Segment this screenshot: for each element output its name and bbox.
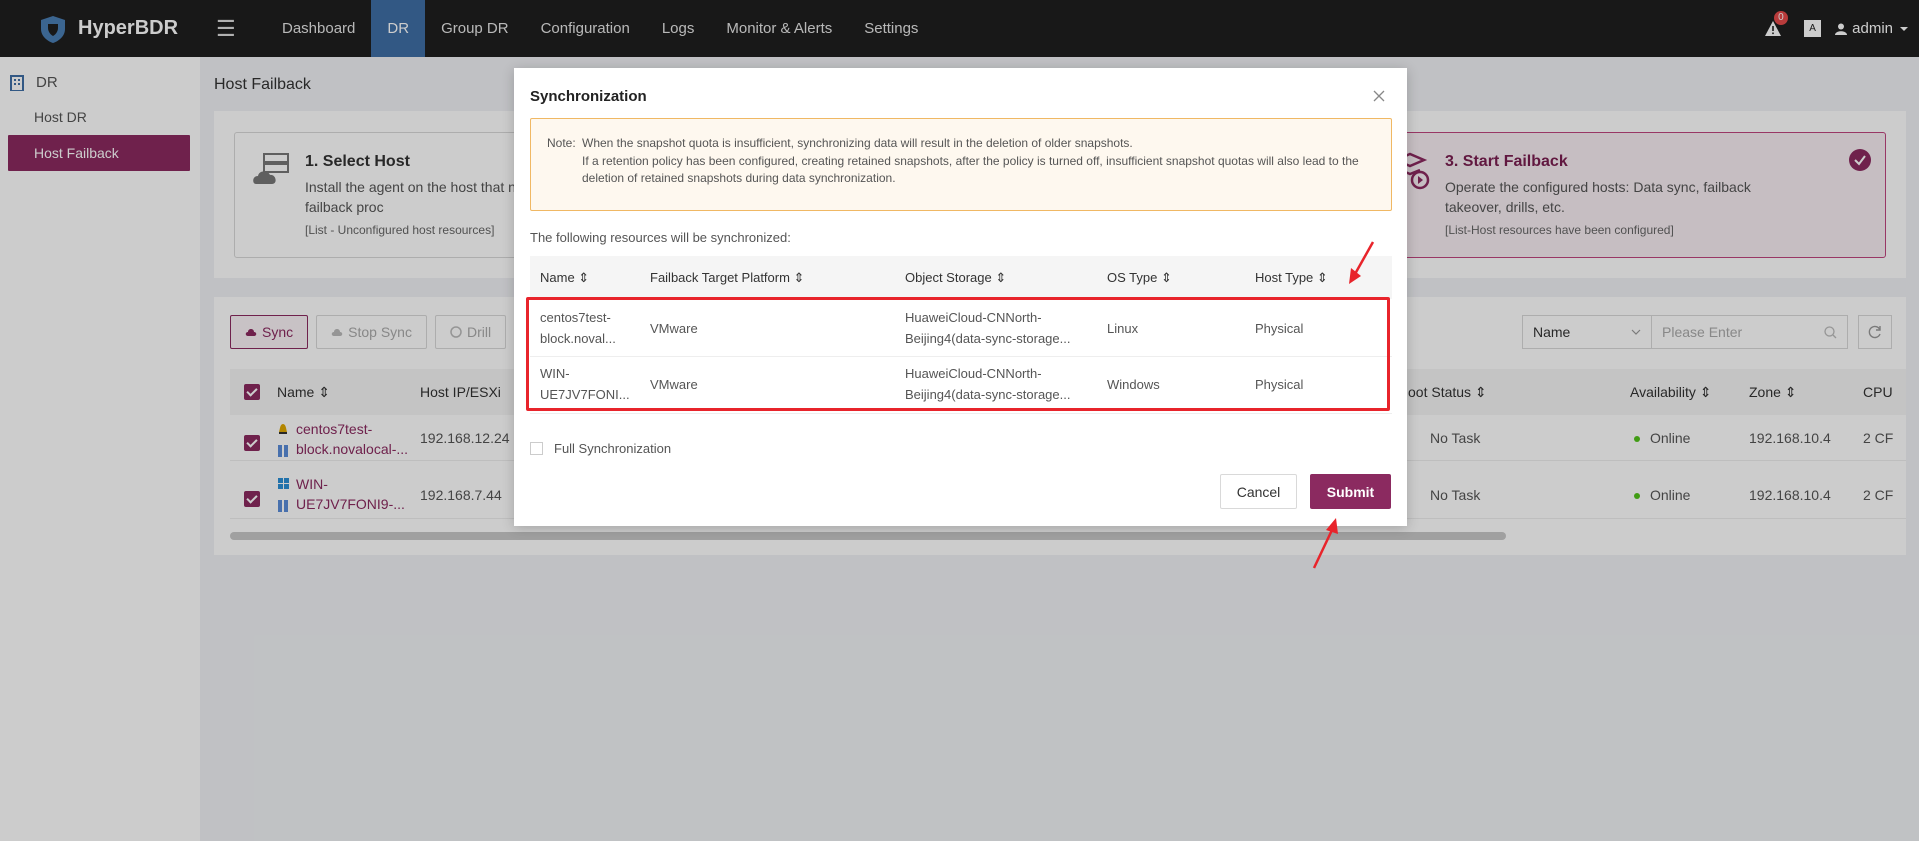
submit-button[interactable]: Submit [1310,474,1391,509]
cancel-button[interactable]: Cancel [1220,474,1297,509]
dialog-table-header: Name ⇕ Failback Target Platform ⇕ Object… [530,256,1392,299]
note-text: When the snapshot quota is insufficient,… [582,136,1359,185]
close-icon[interactable] [1373,90,1385,102]
resources-label: The following resources will be synchron… [530,230,791,245]
col-failback-platform[interactable]: Failback Target Platform ⇕ [650,270,804,286]
warning-note: Note: When the snapshot quota is insuffi… [530,118,1392,211]
col-host-type[interactable]: Host Type ⇕ [1255,270,1328,286]
full-sync-label: Full Synchronization [554,441,672,456]
synchronization-dialog: Synchronization Note: When the snapshot … [514,68,1407,526]
annotation-highlight-box [526,297,1390,411]
annotation-arrow-icon [1349,241,1375,284]
col-object-storage[interactable]: Object Storage ⇕ [905,270,1006,286]
full-sync-checkbox[interactable] [530,442,543,455]
annotation-arrow-icon [1312,518,1338,569]
full-sync-option[interactable]: Full Synchronization [530,441,671,456]
dialog-title: Synchronization [530,88,647,105]
col-name[interactable]: Name ⇕ [540,270,589,286]
note-label: Note: [547,136,576,150]
col-os-type[interactable]: OS Type ⇕ [1107,270,1172,286]
